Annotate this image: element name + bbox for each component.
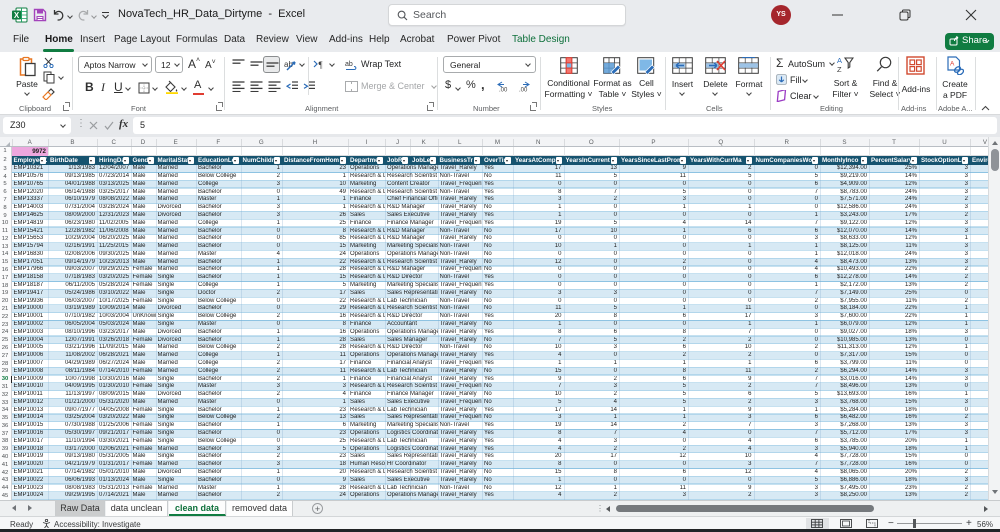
- svg-text:A: A: [950, 61, 955, 68]
- svg-text:.00: .00: [499, 88, 508, 93]
- svg-text:ab: ab: [345, 61, 353, 68]
- svg-text:.00: .00: [519, 88, 528, 93]
- svg-text:A: A: [837, 56, 842, 65]
- svg-text:X: X: [14, 11, 20, 20]
- svg-text:¶: ¶: [319, 60, 323, 70]
- svg-text:Z: Z: [837, 65, 842, 73]
